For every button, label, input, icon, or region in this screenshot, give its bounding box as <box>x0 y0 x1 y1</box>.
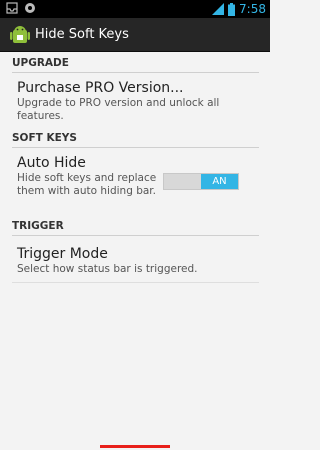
notification-icons <box>6 2 36 14</box>
pref-summary: Select how status bar is triggered. <box>17 263 198 275</box>
category-header-upgrade: UPGRADE <box>12 57 259 73</box>
action-bar: Hide Soft Keys <box>0 18 270 52</box>
home-indicator <box>100 445 170 448</box>
sync-icon <box>25 3 35 13</box>
auto-hide-toggle[interactable]: AN <box>163 173 239 190</box>
signal-icon <box>212 3 225 15</box>
android-app-icon[interactable] <box>8 23 32 47</box>
pref-summary: Upgrade to PRO version and unlock all fe… <box>17 97 220 122</box>
divider <box>12 282 259 283</box>
category-header-soft-keys: SOFT KEYS <box>12 132 259 148</box>
toggle-on-label: AN <box>201 174 238 189</box>
pref-title: Trigger Mode <box>17 246 108 262</box>
clock: 7:58 <box>239 2 266 16</box>
status-bar: 7:58 <box>0 0 270 18</box>
battery-icon <box>228 2 236 16</box>
pref-title: Purchase PRO Version... <box>17 80 184 96</box>
page-title: Hide Soft Keys <box>35 27 129 42</box>
pref-purchase-pro[interactable]: Purchase PRO Version... Upgrade to PRO v… <box>17 79 257 123</box>
inbox-icon <box>6 2 18 14</box>
preferences-list: UPGRADE Purchase PRO Version... Upgrade … <box>0 52 270 450</box>
pref-title: Auto Hide <box>17 155 86 171</box>
pref-summary: Hide soft keys and replace them with aut… <box>17 172 157 197</box>
category-header-trigger: TRIGGER <box>12 220 259 236</box>
system-icons: 7:58 <box>212 1 266 17</box>
pref-trigger-mode[interactable]: Trigger Mode Select how status bar is tr… <box>17 245 257 276</box>
pref-auto-hide[interactable]: Auto Hide Hide soft keys and replace the… <box>17 154 167 198</box>
